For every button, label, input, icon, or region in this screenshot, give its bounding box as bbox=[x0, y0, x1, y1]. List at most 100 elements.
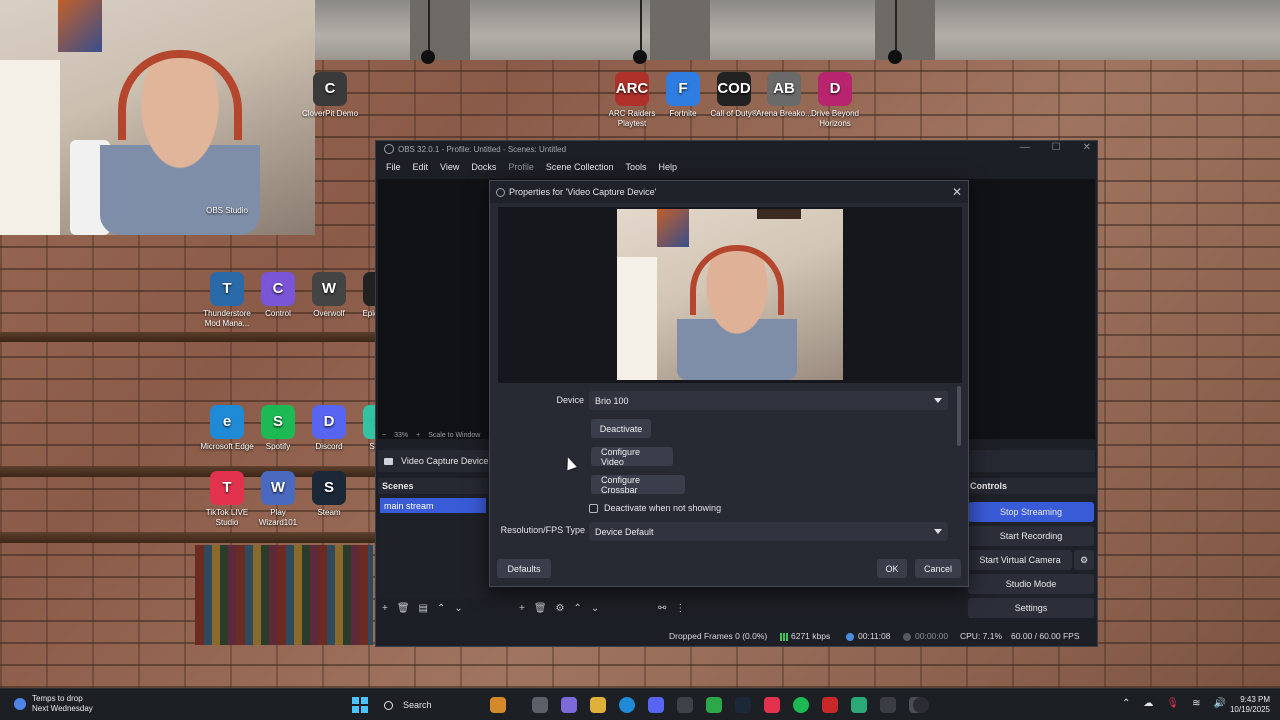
shelf bbox=[0, 332, 375, 342]
controls-dock-header: Controls bbox=[966, 478, 1096, 494]
menu-docks[interactable]: Docks bbox=[465, 162, 502, 172]
move-down-icon[interactable]: ⌄ bbox=[454, 603, 462, 614]
scene-item[interactable]: main stream bbox=[380, 498, 486, 513]
menu-tools[interactable]: Tools bbox=[619, 162, 652, 172]
taskbar-app-icon[interactable] bbox=[490, 697, 506, 713]
scale-to-window[interactable]: Scale to Window bbox=[428, 432, 480, 444]
menu-profile[interactable]: Profile bbox=[502, 162, 540, 172]
virtual-camera-settings-icon[interactable]: ⚙ bbox=[1074, 550, 1094, 570]
spotify-icon[interactable] bbox=[793, 697, 809, 713]
deactivate-button[interactable]: Deactivate bbox=[591, 419, 651, 438]
desktop-icon[interactable]: T TikTok LIVE Studio bbox=[199, 471, 255, 528]
desktop-icon[interactable]: C Control bbox=[250, 272, 306, 319]
amd-icon[interactable] bbox=[822, 697, 838, 713]
desktop-icon[interactable]: D Discord bbox=[301, 405, 357, 452]
move-down-icon[interactable]: ⌄ bbox=[591, 603, 599, 614]
cloud-icon[interactable]: ☁ bbox=[1143, 698, 1153, 709]
stop-streaming-button[interactable]: Stop Streaming bbox=[968, 502, 1094, 522]
obs-menubar: File Edit View Docks Profile Scene Colle… bbox=[376, 157, 1097, 177]
checkbox[interactable] bbox=[589, 503, 598, 513]
volume-icon[interactable]: 🔊 bbox=[1213, 698, 1225, 709]
start-recording-button[interactable]: Start Recording bbox=[968, 526, 1094, 546]
start-virtual-camera-button[interactable]: Start Virtual Camera bbox=[968, 550, 1072, 570]
menu-edit[interactable]: Edit bbox=[407, 162, 435, 172]
zoom-out-icon[interactable]: − bbox=[382, 432, 386, 444]
close-icon[interactable]: ✕ bbox=[952, 185, 962, 199]
desktop-icon[interactable]: AB Arena Breako... bbox=[756, 72, 812, 119]
menu-help[interactable]: Help bbox=[652, 162, 683, 172]
steam-icon[interactable] bbox=[735, 697, 751, 713]
desktop-icon[interactable]: S Steam bbox=[301, 471, 357, 518]
wifi-icon[interactable]: ≋ bbox=[1192, 698, 1200, 709]
tiktok-icon[interactable] bbox=[764, 697, 780, 713]
clock[interactable]: 9:43 PM 10/19/2025 bbox=[1230, 695, 1270, 715]
taskbar-app-icon[interactable] bbox=[851, 697, 867, 713]
desktop-icon[interactable]: W Overwolf bbox=[301, 272, 357, 319]
chevron-down-icon bbox=[934, 529, 942, 534]
desktop-icon[interactable]: ARC ARC Raiders Playtest bbox=[604, 72, 660, 129]
dropped-frames: Dropped Frames 0 (0.0%) bbox=[669, 631, 768, 641]
move-up-icon[interactable]: ⌃ bbox=[574, 603, 582, 614]
xbox-icon[interactable] bbox=[706, 697, 722, 713]
obs-taskbar-icon[interactable] bbox=[913, 697, 929, 713]
scenes-toolbar: + 🗑 ▤ ⌃ ⌄ bbox=[382, 603, 463, 614]
obs-titlebar[interactable]: OBS 32.0.1 - Profile: Untitled - Scenes:… bbox=[376, 141, 1097, 157]
zoom-in-icon[interactable]: + bbox=[416, 432, 420, 444]
controls-dock: Controls Stop Streaming Start Recording … bbox=[966, 478, 1096, 618]
taskbar-search[interactable]: Search bbox=[380, 694, 476, 716]
filter-icon[interactable]: ▤ bbox=[419, 603, 428, 614]
discord-icon[interactable] bbox=[648, 697, 664, 713]
arena-breakout-icon: AB bbox=[767, 72, 801, 106]
add-icon[interactable]: + bbox=[519, 603, 525, 614]
settings-button[interactable]: Settings bbox=[968, 598, 1094, 618]
task-view-icon[interactable] bbox=[532, 697, 548, 713]
desktop-icon[interactable]: C CloverPit Demo bbox=[302, 72, 358, 119]
dialog-scrollbar[interactable] bbox=[957, 386, 961, 446]
ceiling bbox=[315, 0, 1280, 60]
desktop-icon[interactable]: T Thunderstore Mod Mana... bbox=[199, 272, 255, 329]
desktop-icon[interactable]: W Play Wizard101 bbox=[250, 471, 306, 528]
menu-view[interactable]: View bbox=[434, 162, 465, 172]
configure-crossbar-button[interactable]: Configure Crossbar bbox=[591, 475, 685, 495]
edge-icon[interactable] bbox=[619, 697, 635, 713]
deactivate-when-not-showing-checkbox[interactable]: Deactivate when not showing bbox=[589, 503, 721, 513]
discord-icon: D bbox=[312, 405, 346, 439]
weather-widget[interactable]: Temps to drop Next Wednesday bbox=[14, 694, 93, 714]
copilot-icon[interactable] bbox=[561, 697, 577, 713]
desktop-icon-label: Drive Beyond Horizons bbox=[810, 109, 860, 128]
device-select[interactable]: Brio 100 bbox=[589, 391, 948, 410]
add-icon[interactable]: + bbox=[382, 603, 388, 614]
move-up-icon[interactable]: ⌃ bbox=[437, 603, 445, 614]
desktop-icon[interactable]: S Spotify bbox=[250, 405, 306, 452]
gear-icon[interactable]: ⚙ bbox=[556, 603, 565, 614]
more-icon[interactable]: ⋮ bbox=[675, 603, 685, 614]
trash-icon[interactable]: 🗑 bbox=[397, 603, 410, 614]
chevron-up-icon[interactable]: ⌃ bbox=[1122, 698, 1130, 709]
maximize-icon[interactable]: ☐ bbox=[1052, 142, 1061, 153]
minimize-icon[interactable]: — bbox=[1020, 142, 1030, 153]
store-icon[interactable] bbox=[677, 697, 693, 713]
close-icon[interactable]: ✕ bbox=[1083, 142, 1091, 153]
configure-video-button[interactable]: Configure Video bbox=[591, 447, 673, 467]
cancel-button[interactable]: Cancel bbox=[915, 559, 961, 578]
file-explorer-icon[interactable] bbox=[590, 697, 606, 713]
webcam-feed bbox=[0, 0, 315, 235]
microphone-icon[interactable]: 🎙 bbox=[1166, 698, 1179, 709]
books bbox=[195, 545, 373, 645]
desktop-icon[interactable]: OBS Studio bbox=[199, 206, 255, 216]
resolution-fps-type-select[interactable]: Device Default bbox=[589, 522, 948, 541]
ok-button[interactable]: OK bbox=[877, 559, 907, 578]
menu-file[interactable]: File bbox=[380, 162, 407, 172]
desktop-icon[interactable]: D Drive Beyond Horizons bbox=[807, 72, 863, 129]
link-icon[interactable]: ⚯ bbox=[658, 603, 666, 614]
studio-mode-button[interactable]: Studio Mode bbox=[968, 574, 1094, 594]
desktop-icon[interactable]: e Microsoft Edge bbox=[199, 405, 255, 452]
defaults-button[interactable]: Defaults bbox=[497, 559, 551, 578]
menu-scene-collection[interactable]: Scene Collection bbox=[540, 162, 620, 172]
start-button[interactable] bbox=[352, 697, 368, 713]
trash-icon[interactable]: 🗑 bbox=[534, 603, 547, 614]
desktop-icon[interactable]: F Fortnite bbox=[655, 72, 711, 119]
taskbar-app-icon[interactable] bbox=[880, 697, 896, 713]
dialog-titlebar[interactable]: Properties for 'Video Capture Device' bbox=[490, 181, 968, 203]
desktop-icon[interactable]: COD Call of Duty® bbox=[706, 72, 762, 119]
